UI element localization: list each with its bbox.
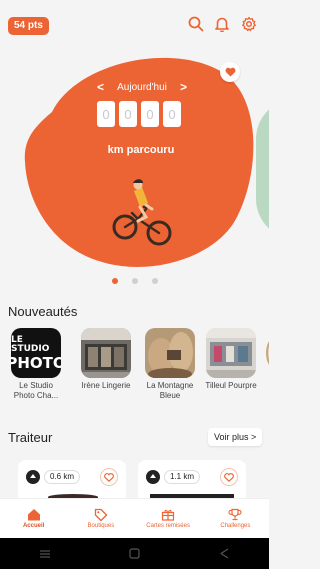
shop-item[interactable]: LE STUDIO PHOTO Le Studio Photo Cha... <box>8 328 64 401</box>
top-bar: 54 pts <box>0 0 269 44</box>
counter-digit: 0 <box>163 101 181 127</box>
heart-outline-icon[interactable] <box>100 468 118 486</box>
menu-icon[interactable] <box>39 549 51 559</box>
carousel-dot[interactable] <box>151 278 158 284</box>
tab-label: Accueil <box>22 523 45 529</box>
tab-label: Boutiques <box>87 523 115 529</box>
distance-counter: 0 0 0 0 <box>97 101 181 127</box>
shop-item[interactable]: La Montagne Bleue <box>142 328 198 401</box>
shop-photo <box>81 328 131 378</box>
date-navigator: < Aujourd'hui > <box>97 79 187 95</box>
shop-name: Irène Lingerie <box>81 381 131 390</box>
chevron-right-icon[interactable]: > <box>180 79 187 95</box>
favorite-heart-icon[interactable] <box>220 62 240 82</box>
shop-logo: LE STUDIO PHOTO <box>11 328 61 378</box>
card-distance: 1.1 km <box>146 470 201 484</box>
points-badge[interactable]: 54 pts <box>8 17 49 35</box>
shop-name: Le Studio Photo Cha... <box>13 381 59 400</box>
tab-label: Challenges <box>220 523 251 529</box>
section-title-nouveautes: Nouveautés <box>8 304 78 319</box>
shop-photo <box>206 328 256 378</box>
shop-photo <box>145 328 195 378</box>
counter-digit: 0 <box>141 101 159 127</box>
counter-digit: 0 <box>119 101 137 127</box>
bottom-tab-bar: Accueil Boutiques Cartes remisées Challe… <box>0 498 269 538</box>
settings-icon[interactable] <box>239 14 259 34</box>
shop-name: L <box>263 381 269 391</box>
logo-text-line1: LE STUDIO <box>11 334 50 354</box>
location-pin-icon <box>146 470 160 484</box>
distance-label: 0.6 km <box>44 470 81 484</box>
trophy-icon <box>228 508 242 521</box>
tag-icon <box>94 508 108 521</box>
tab-cartes-remisees[interactable]: Cartes remisées <box>135 499 202 538</box>
shop-item[interactable]: Tilleul Pourpre <box>203 328 259 391</box>
activity-hero[interactable]: < Aujourd'hui > 0 0 0 0 km parcouru <box>0 44 269 274</box>
shop-name: La Montagne Bleue <box>146 381 194 400</box>
bell-icon[interactable] <box>212 14 232 34</box>
date-label: Aujourd'hui <box>117 81 167 93</box>
shop-logo <box>266 328 269 378</box>
tab-label: Cartes remisées <box>146 523 190 529</box>
shop-item[interactable]: Irène Lingerie <box>78 328 134 391</box>
tab-boutiques[interactable]: Boutiques <box>67 499 134 538</box>
heart-outline-icon[interactable] <box>220 468 238 486</box>
search-icon[interactable] <box>186 14 206 34</box>
new-shops-list: LE STUDIO PHOTO Le Studio Photo Cha... I… <box>8 328 269 408</box>
system-nav-bar <box>0 538 269 569</box>
carousel-indicator <box>0 278 269 284</box>
distance-label: 1.1 km <box>164 470 201 484</box>
card-distance: 0.6 km <box>26 470 81 484</box>
section-title-traiteur: Traiteur <box>8 430 53 445</box>
shop-name: Tilleul Pourpre <box>205 381 257 390</box>
cyclist-illustration <box>112 179 172 246</box>
chevron-left-icon[interactable]: < <box>97 79 104 95</box>
tab-accueil[interactable]: Accueil <box>0 499 67 538</box>
carousel-dot[interactable] <box>131 278 138 284</box>
location-pin-icon <box>26 470 40 484</box>
next-card-blob[interactable] <box>256 99 269 239</box>
counter-digit: 0 <box>97 101 115 127</box>
back-icon[interactable] <box>219 548 230 559</box>
home-button-icon[interactable] <box>129 548 141 559</box>
see-more-button[interactable]: Voir plus > <box>208 428 263 446</box>
metric-label: km parcouru <box>107 144 175 156</box>
shop-item[interactable]: L <box>263 328 269 391</box>
home-icon <box>27 509 40 521</box>
logo-text-line2: PHOTO <box>11 353 61 372</box>
tab-challenges[interactable]: Challenges <box>202 499 269 538</box>
gift-icon <box>162 509 175 521</box>
carousel-dot[interactable] <box>111 278 118 284</box>
